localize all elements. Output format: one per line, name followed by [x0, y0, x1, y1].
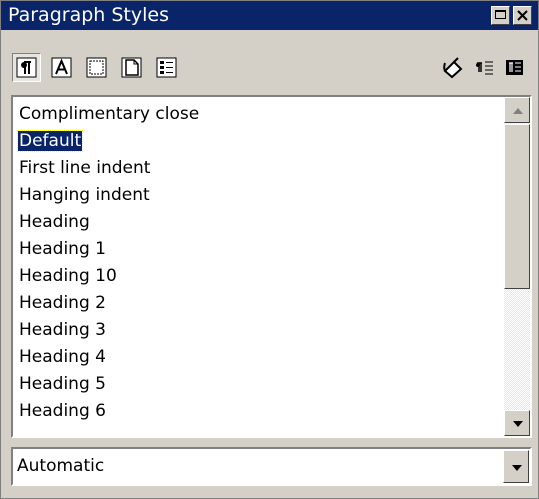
list-item[interactable]: Heading — [18, 209, 503, 236]
new-style-from-selection-button[interactable] — [470, 53, 499, 82]
style-filter-value: Automatic — [17, 456, 105, 476]
fill-format-mode-icon — [443, 57, 463, 79]
list-item[interactable]: Heading 5 — [18, 371, 503, 398]
arrow-up-icon — [513, 108, 523, 114]
list-item[interactable]: Heading 6 — [18, 398, 503, 425]
window-title: Paragraph Styles — [8, 4, 169, 26]
character-styles-button[interactable] — [47, 53, 76, 82]
chevron-down-icon — [512, 465, 522, 471]
page-styles-button[interactable] — [117, 53, 146, 82]
styles-list: Complimentary close Default First line i… — [16, 101, 503, 425]
list-item[interactable]: Hanging indent — [18, 182, 503, 209]
list-item-selected[interactable]: Default — [16, 128, 503, 155]
paragraph-styles-button[interactable] — [12, 53, 41, 82]
scroll-down-button[interactable] — [504, 410, 530, 436]
list-item[interactable]: Heading 2 — [18, 290, 503, 317]
title-bar[interactable]: Paragraph Styles — [1, 1, 538, 30]
list-item[interactable]: Heading 1 — [18, 236, 503, 263]
list-item[interactable]: Complimentary close — [18, 101, 503, 128]
character-styles-icon — [51, 57, 72, 78]
style-filter-dropdown[interactable]: Automatic — [11, 447, 532, 486]
update-style-icon — [506, 60, 523, 75]
dropdown-button[interactable] — [503, 450, 529, 483]
list-item[interactable]: First line indent — [18, 155, 503, 182]
scroll-up-button[interactable] — [504, 97, 530, 123]
list-item[interactable]: Heading 4 — [18, 344, 503, 371]
scrollbar-thumb[interactable] — [504, 124, 530, 289]
minimize-button[interactable] — [491, 6, 510, 25]
paragraph-styles-window: Paragraph Styles Complimentary close Def… — [0, 0, 539, 499]
style-toolbar — [1, 33, 538, 83]
page-styles-icon — [121, 57, 142, 78]
close-button[interactable] — [513, 6, 532, 25]
close-icon — [517, 10, 528, 21]
frame-styles-button[interactable] — [82, 53, 111, 82]
frame-styles-icon — [86, 57, 107, 78]
list-item[interactable]: Heading 10 — [18, 263, 503, 290]
paragraph-styles-icon — [16, 57, 37, 78]
numbering-styles-icon — [156, 57, 177, 78]
numbering-styles-button[interactable] — [152, 53, 181, 82]
fill-format-mode-button[interactable] — [438, 53, 467, 82]
new-style-from-selection-icon — [476, 61, 493, 75]
update-style-button[interactable] — [500, 53, 529, 82]
vertical-scrollbar[interactable] — [504, 97, 530, 436]
list-item[interactable]: Heading 3 — [18, 317, 503, 344]
minimize-icon — [495, 10, 506, 19]
arrow-down-icon — [513, 421, 523, 427]
styles-listbox[interactable]: Complimentary close Default First line i… — [11, 95, 532, 438]
